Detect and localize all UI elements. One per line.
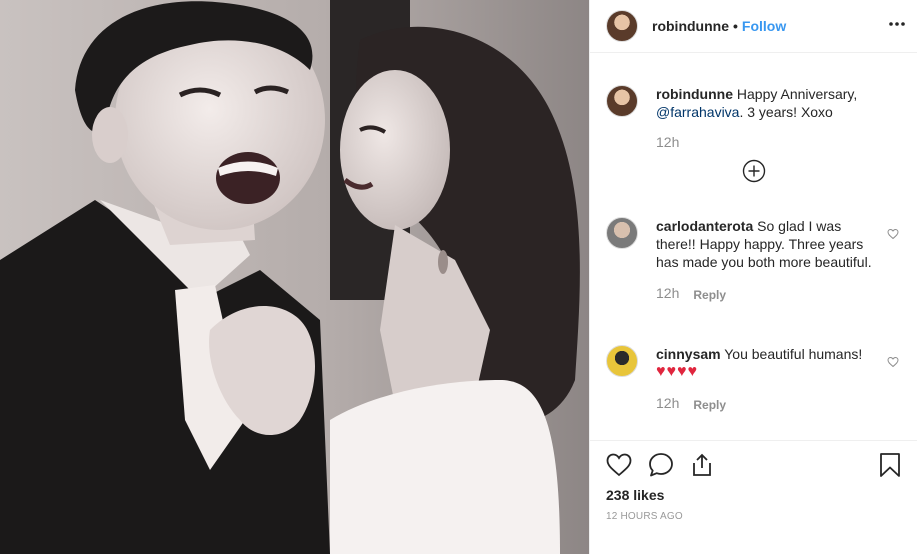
follow-button[interactable]: Follow <box>742 18 786 34</box>
caption-time[interactable]: 12h <box>656 133 679 151</box>
author-avatar[interactable] <box>606 10 638 42</box>
comment-icon[interactable] <box>648 452 674 481</box>
commenter-avatar[interactable] <box>606 345 638 377</box>
load-more-comments-icon[interactable] <box>742 159 766 183</box>
comment-item: cinnysam You beautiful humans! ♥♥♥♥ 12h … <box>606 345 901 414</box>
caption-text-end: . 3 years! Xoxo <box>739 104 833 120</box>
post-header: robindunne • Follow <box>590 0 917 53</box>
caption-username[interactable]: robindunne <box>656 86 733 102</box>
post-sidebar: robindunne • Follow robindunne Happy Ann… <box>589 0 917 554</box>
more-options-icon[interactable] <box>889 16 905 37</box>
post-actions: 238 likes 12 HOURS AGO <box>590 440 917 554</box>
caption-item: robindunne Happy Anniversary, @farrahavi… <box>606 85 901 151</box>
comment-username[interactable]: cinnysam <box>656 346 721 362</box>
post-photo[interactable] <box>0 0 589 554</box>
comment-item: carlodanterota So glad I was there!! Hap… <box>606 217 901 304</box>
comment-username[interactable]: carlodanterota <box>656 218 753 234</box>
save-bookmark-icon[interactable] <box>879 452 901 481</box>
heart-emojis: ♥♥♥♥ <box>656 363 698 380</box>
caption-text-start: Happy Anniversary, <box>736 86 858 102</box>
likes-count[interactable]: 238 likes <box>606 487 901 503</box>
like-comment-icon[interactable] <box>887 227 899 243</box>
commenter-avatar[interactable] <box>606 217 638 249</box>
author-username[interactable]: robindunne <box>652 18 729 34</box>
like-comment-icon[interactable] <box>887 355 899 371</box>
post-timestamp: 12 HOURS AGO <box>606 511 683 522</box>
reply-button[interactable]: Reply <box>693 286 726 304</box>
comment-time[interactable]: 12h <box>656 284 679 304</box>
comment-text: You beautiful humans! <box>724 346 863 362</box>
separator-dot: • <box>733 18 738 34</box>
reply-button[interactable]: Reply <box>693 396 726 414</box>
caption-mention[interactable]: @farrahaviva <box>656 104 739 120</box>
share-icon[interactable] <box>690 453 714 480</box>
like-icon[interactable] <box>606 453 632 480</box>
comments-list[interactable]: robindunne Happy Anniversary, @farrahavi… <box>590 53 917 440</box>
wedding-photo-image <box>0 0 589 554</box>
comment-time[interactable]: 12h <box>656 394 679 414</box>
caption-avatar[interactable] <box>606 85 638 117</box>
